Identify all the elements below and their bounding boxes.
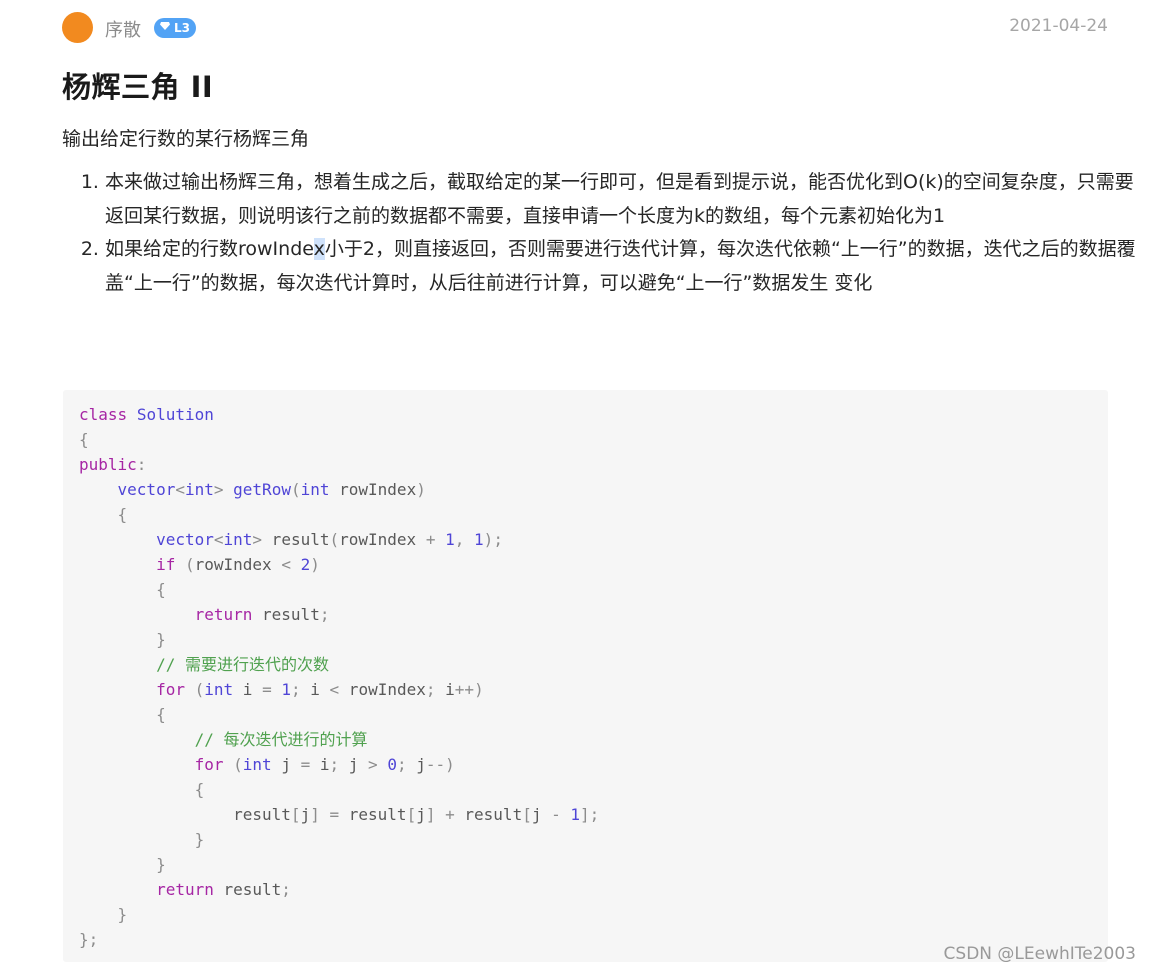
watermark: CSDN @LEewhITe2003 [943,944,1136,964]
code-line: class Solution [79,405,214,424]
code-line: if (rowIndex < 2) [156,555,320,574]
article-title: 杨辉三角 II [62,70,214,104]
level-badge-text: L3 [174,21,190,35]
avatar[interactable] [62,12,93,43]
code-line: } [194,830,205,849]
code-line: { [156,705,166,724]
article-intro: 输出给定行数的某行杨辉三角 [62,128,310,150]
code-line: { [194,780,205,799]
text-selection: x [313,238,325,260]
code-line: return result; [156,880,291,899]
code-line: for (int i = 1; i < rowIndex; i++) [156,680,484,699]
code-line: vector<int> result(rowIndex + 1, 1); [156,530,503,549]
code-line: // 需要进行迭代的次数 [156,655,329,674]
list-item: 如果给定的行数rowIndex小于2，则直接返回，否则需要进行迭代计算，每次迭代… [105,233,1145,300]
list-item-text: 本来做过输出杨辉三角，想着生成之后，截取给定的某一行即可，但是看到提示说，能否优… [105,171,1134,227]
code-line: for (int j = i; j > 0; j--) [194,755,455,774]
code-line: } [156,630,166,649]
code-line: { [117,505,128,524]
list-item-text: 如果给定的行数rowInde [105,238,314,260]
code-line: { [79,430,89,449]
code-line: public: [79,455,147,474]
code-line: } [117,905,128,924]
code-line: result[j] = result[j] + result[j - 1]; [79,805,600,824]
post-header: 序散 L3 2021-04-24 [62,12,1108,44]
code-block[interactable]: class Solution { public: vector<int> getRo… [63,390,1108,962]
code-line: // 每次迭代进行的计算 [194,730,368,749]
code-line: return result; [194,605,330,624]
code-line: vector<int> getRow(int rowIndex) [117,480,426,499]
level-badge: L3 [154,18,196,38]
code-line: }; [79,930,99,949]
code-line: } [156,855,166,874]
list-item: 本来做过输出杨辉三角，想着生成之后，截取给定的某一行即可，但是看到提示说，能否优… [105,166,1145,233]
code-body: class Solution { public: vector<int> getRo… [79,402,599,952]
author-name[interactable]: 序散 [105,16,141,42]
diamond-icon [160,22,170,30]
post-date: 2021-04-24 [1009,16,1108,36]
code-line: { [156,580,166,599]
steps-list: 本来做过输出杨辉三角，想着生成之后，截取给定的某一行即可，但是看到提示说，能否优… [62,166,1145,300]
